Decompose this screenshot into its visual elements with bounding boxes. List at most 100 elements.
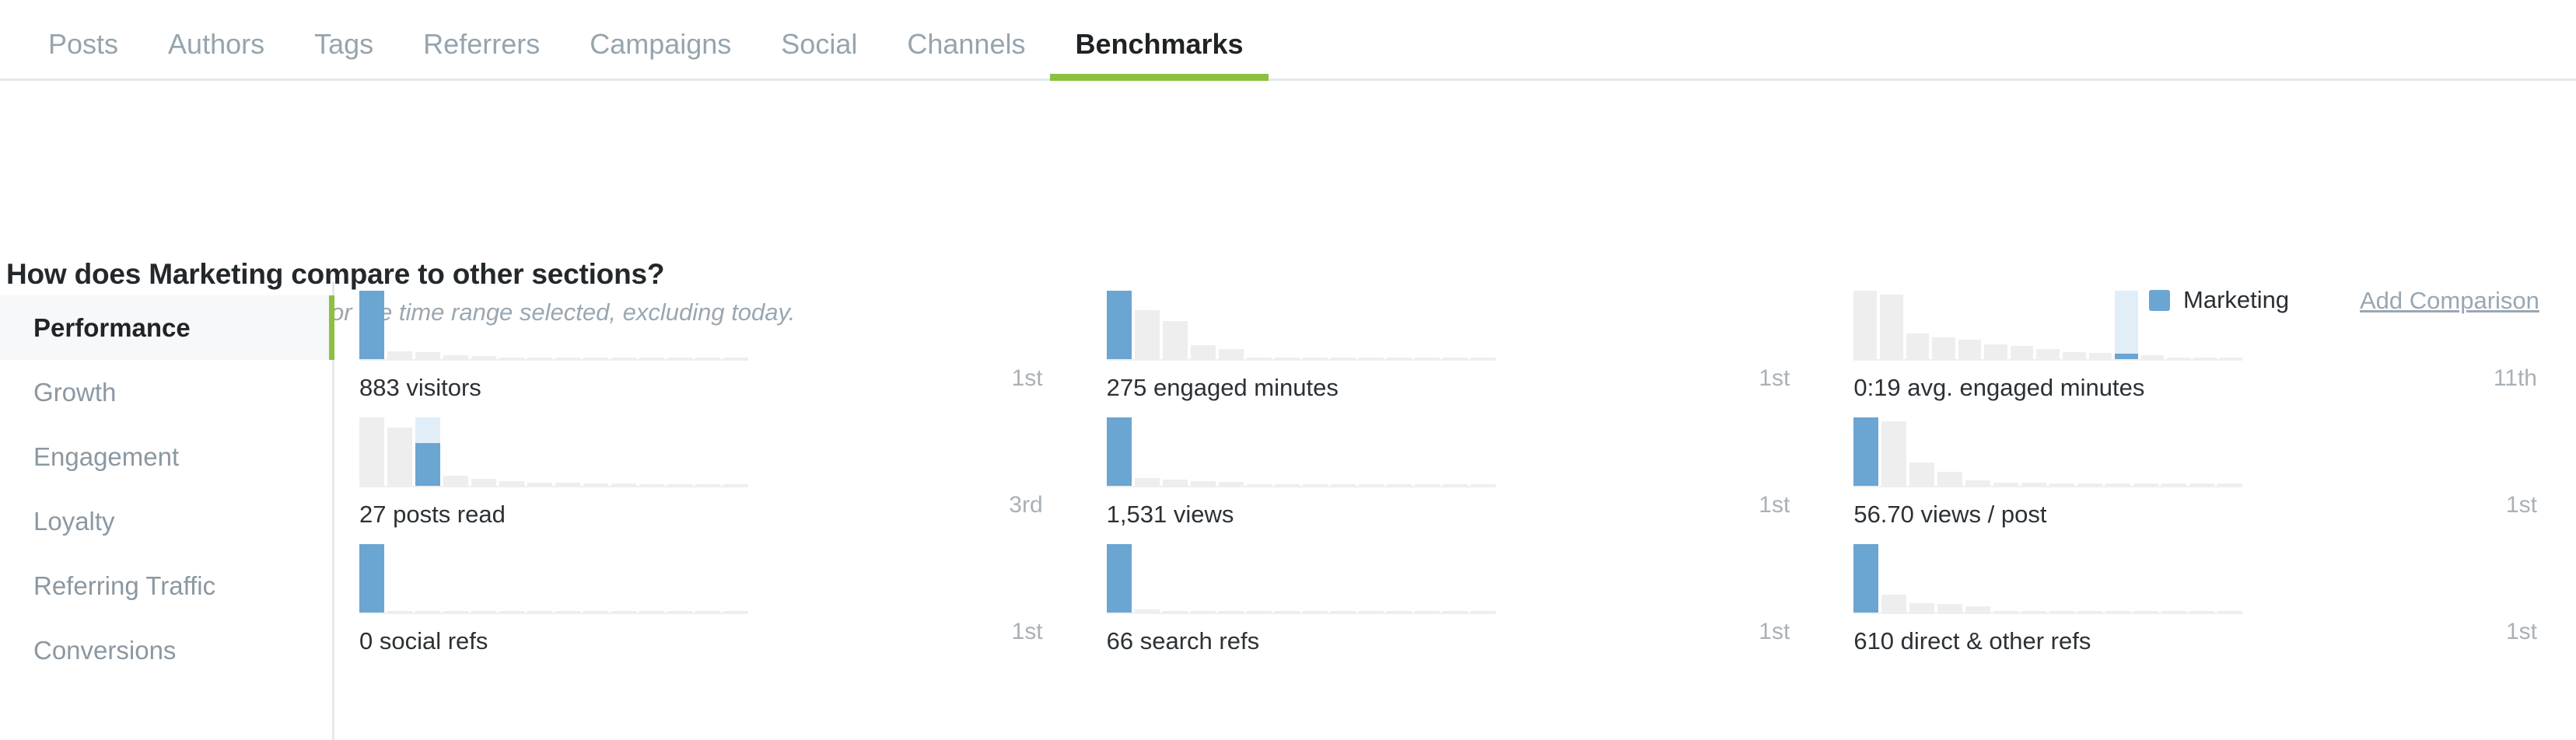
bar[interactable]: [415, 611, 440, 613]
bar-highlighted[interactable]: [1106, 417, 1132, 486]
bar[interactable]: [2219, 358, 2243, 359]
bar[interactable]: [1993, 611, 2019, 613]
bar[interactable]: [1358, 484, 1384, 486]
bar[interactable]: [667, 484, 692, 486]
tab-authors[interactable]: Authors: [143, 30, 289, 79]
bar[interactable]: [2010, 346, 2034, 359]
bar[interactable]: [2021, 611, 2047, 613]
bar[interactable]: [2167, 358, 2191, 359]
bar[interactable]: [583, 611, 608, 613]
tab-channels[interactable]: Channels: [882, 30, 1050, 79]
bar[interactable]: [1386, 611, 1412, 613]
bar-highlighted[interactable]: [359, 544, 384, 613]
bar[interactable]: [1984, 344, 2007, 359]
bar[interactable]: [415, 352, 440, 359]
bar[interactable]: [1442, 358, 1468, 359]
bar-highlighted[interactable]: [1853, 544, 1879, 613]
bar[interactable]: [583, 483, 608, 486]
bar[interactable]: [583, 358, 608, 359]
bar[interactable]: [1958, 340, 1982, 359]
bar[interactable]: [1965, 480, 1991, 486]
bar[interactable]: [639, 484, 664, 486]
bar[interactable]: [2140, 355, 2165, 359]
bar[interactable]: [639, 358, 664, 359]
bar[interactable]: [2036, 349, 2060, 359]
bar[interactable]: [1302, 358, 1328, 359]
bar[interactable]: [2049, 483, 2075, 486]
tab-posts[interactable]: Posts: [23, 30, 143, 79]
bar[interactable]: [2049, 611, 2075, 613]
bar[interactable]: [387, 611, 412, 613]
bar[interactable]: [2077, 483, 2103, 486]
bar[interactable]: [695, 358, 720, 359]
bar[interactable]: [667, 611, 692, 613]
bar[interactable]: [1937, 604, 1963, 613]
bar[interactable]: [723, 358, 748, 359]
bar[interactable]: [1330, 358, 1356, 359]
bar[interactable]: [1414, 611, 1440, 613]
bar[interactable]: [2161, 483, 2187, 486]
bar[interactable]: [1190, 611, 1216, 613]
bar[interactable]: [1909, 462, 1935, 486]
bar[interactable]: [1909, 603, 1935, 613]
bar[interactable]: [2189, 483, 2215, 486]
bar[interactable]: [1134, 310, 1160, 359]
bar[interactable]: [1274, 358, 1300, 359]
bar[interactable]: [1442, 611, 1468, 613]
bar[interactable]: [1246, 484, 1272, 486]
bar[interactable]: [2133, 483, 2159, 486]
bar[interactable]: [1414, 358, 1440, 359]
bar-highlighted[interactable]: [1853, 417, 1879, 486]
bar[interactable]: [1274, 484, 1300, 486]
bar[interactable]: [1162, 480, 1188, 486]
bar[interactable]: [443, 611, 468, 613]
bar[interactable]: [1190, 345, 1216, 359]
bar[interactable]: [1246, 358, 1272, 359]
bar[interactable]: [639, 611, 664, 613]
bar[interactable]: [695, 484, 720, 486]
bar-highlighted[interactable]: [415, 417, 440, 486]
tab-social[interactable]: Social: [756, 30, 882, 79]
bar[interactable]: [471, 356, 496, 359]
bar[interactable]: [1162, 321, 1188, 359]
bar[interactable]: [1906, 333, 1930, 359]
sidebar-item-growth[interactable]: Growth: [0, 360, 332, 424]
bar[interactable]: [2021, 483, 2047, 486]
bar[interactable]: [1470, 358, 1496, 359]
bar[interactable]: [2105, 611, 2131, 613]
bar[interactable]: [2217, 483, 2243, 486]
bar[interactable]: [1134, 478, 1160, 486]
sidebar-item-performance[interactable]: Performance: [0, 295, 334, 360]
bar[interactable]: [555, 358, 580, 359]
bar[interactable]: [527, 611, 552, 613]
bar[interactable]: [1302, 484, 1328, 486]
bar[interactable]: [1386, 358, 1412, 359]
bar[interactable]: [611, 358, 636, 359]
bar[interactable]: [499, 481, 524, 486]
bar[interactable]: [443, 476, 468, 486]
bar[interactable]: [1330, 611, 1356, 613]
bar[interactable]: [1386, 484, 1412, 486]
bar[interactable]: [1218, 482, 1244, 486]
bar[interactable]: [695, 611, 720, 613]
bar[interactable]: [555, 611, 580, 613]
sidebar-item-referring-traffic[interactable]: Referring Traffic: [0, 553, 332, 618]
bar[interactable]: [1470, 611, 1496, 613]
bar[interactable]: [1470, 484, 1496, 486]
sidebar-item-conversions[interactable]: Conversions: [0, 618, 332, 682]
bar[interactable]: [2217, 611, 2243, 613]
bar-highlighted[interactable]: [1106, 544, 1132, 613]
tab-campaigns[interactable]: Campaigns: [565, 30, 756, 79]
bar-highlighted[interactable]: [359, 291, 384, 359]
bar[interactable]: [1218, 349, 1244, 359]
bar[interactable]: [499, 358, 524, 359]
bar[interactable]: [1937, 472, 1963, 486]
bar[interactable]: [1358, 611, 1384, 613]
bar[interactable]: [2193, 358, 2217, 359]
bar[interactable]: [1358, 358, 1384, 359]
bar[interactable]: [2088, 353, 2112, 359]
bar[interactable]: [1853, 291, 1877, 359]
bar[interactable]: [667, 358, 692, 359]
tab-benchmarks[interactable]: Benchmarks: [1050, 30, 1269, 81]
bar[interactable]: [723, 484, 748, 486]
